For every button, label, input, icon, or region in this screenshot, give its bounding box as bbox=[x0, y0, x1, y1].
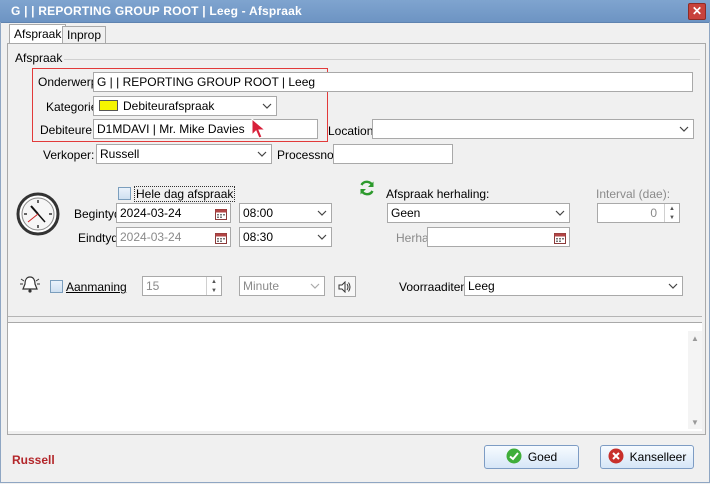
end-time-select[interactable]: 08:30 bbox=[239, 227, 332, 247]
verkoper-label: Verkoper: bbox=[43, 148, 95, 162]
refresh-icon bbox=[358, 179, 376, 200]
chevron-down-icon bbox=[667, 280, 679, 292]
alarm-bell-icon bbox=[19, 274, 41, 297]
chevron-down-icon bbox=[316, 231, 328, 243]
interval-label: Interval (dae): bbox=[596, 187, 671, 201]
debiteure-input[interactable]: D1MDAVI | Mr. Mike Davies bbox=[93, 119, 318, 139]
calendar-icon[interactable] bbox=[554, 231, 566, 246]
debiteure-label: Debiteure: bbox=[40, 123, 96, 137]
notes-textarea[interactable] bbox=[8, 322, 702, 431]
title-bar: G | | REPORTING GROUP ROOT | Leeg - Afsp… bbox=[0, 0, 710, 23]
begin-time-value: 08:00 bbox=[243, 206, 274, 220]
scroll-up-icon[interactable]: ▲ bbox=[691, 334, 699, 343]
tab-inprop[interactable]: Inprop bbox=[62, 26, 107, 44]
group-label: Afspraak bbox=[15, 51, 63, 65]
processno-input[interactable] bbox=[333, 144, 453, 164]
begintyd-label: Begintyd bbox=[74, 207, 121, 221]
processno-label: Processno: bbox=[277, 148, 338, 162]
tab-afspraak[interactable]: Afspraak bbox=[9, 24, 67, 45]
chevron-down-icon bbox=[316, 207, 328, 219]
current-user-label: Russell bbox=[12, 453, 55, 467]
onderwerp-label: Onderwerp bbox=[38, 75, 98, 89]
begin-time-select[interactable]: 08:00 bbox=[239, 203, 332, 223]
aanmaning-unit-select[interactable]: Minute bbox=[239, 276, 325, 296]
kategorie-value: Debiteurafspraak bbox=[123, 99, 215, 113]
aanmaning-spin-buttons[interactable]: ▲ ▼ bbox=[206, 277, 221, 295]
chevron-down-icon bbox=[554, 207, 566, 219]
onderwerp-input[interactable]: G | | REPORTING GROUP ROOT | Leeg bbox=[93, 72, 693, 92]
kategorie-select[interactable]: Debiteurafspraak bbox=[93, 96, 277, 116]
chevron-down-icon bbox=[309, 280, 321, 292]
location-select[interactable] bbox=[372, 119, 694, 139]
check-icon bbox=[506, 448, 522, 467]
aanmaning-spinner[interactable]: 15 ▲ ▼ bbox=[142, 276, 222, 296]
end-date-input[interactable]: 2024-03-24 bbox=[116, 227, 231, 247]
hele-dag-checkbox[interactable] bbox=[118, 187, 131, 200]
aanmaning-label[interactable]: Aanmaning bbox=[66, 280, 127, 294]
interval-spinner[interactable]: 0 ▲ ▼ bbox=[597, 203, 680, 223]
kategorie-label: Kategorie bbox=[46, 100, 98, 114]
begin-date-input[interactable]: 2024-03-24 bbox=[116, 203, 231, 223]
verkoper-select[interactable]: Russell bbox=[96, 144, 272, 164]
section-divider bbox=[8, 316, 702, 317]
hele-dag-label[interactable]: Hele dag afspraak bbox=[134, 186, 236, 202]
notes-scrollbar[interactable]: ▲ ▼ bbox=[688, 331, 702, 429]
kanselleer-button[interactable]: Kanselleer bbox=[600, 445, 694, 469]
cancel-icon bbox=[608, 448, 624, 467]
location-label: Location bbox=[328, 124, 374, 138]
kanselleer-label: Kanselleer bbox=[629, 450, 687, 464]
chevron-down-icon bbox=[678, 123, 690, 135]
window-title: G | | REPORTING GROUP ROOT | Leeg - Afsp… bbox=[11, 4, 302, 18]
clock-icon bbox=[16, 192, 60, 239]
calendar-icon[interactable] bbox=[215, 231, 227, 246]
chevron-down-icon bbox=[256, 148, 268, 160]
verkoper-value: Russell bbox=[100, 147, 140, 161]
close-button[interactable]: ✕ bbox=[688, 3, 706, 20]
scroll-down-icon[interactable]: ▼ bbox=[691, 418, 699, 427]
group-divider bbox=[64, 59, 700, 60]
herhaal-tot-input[interactable] bbox=[427, 227, 570, 247]
voorraaditem-value: Leeg bbox=[468, 279, 495, 293]
aanmaning-value: 15 bbox=[146, 279, 160, 293]
chevron-down-icon bbox=[261, 100, 273, 112]
sound-button[interactable] bbox=[334, 276, 356, 297]
herhaling-label: Afspraak herhaling: bbox=[386, 187, 490, 201]
eindtyd-label: Eindtyd bbox=[78, 231, 119, 245]
begin-date-value: 2024-03-24 bbox=[120, 206, 182, 220]
interval-spin-buttons[interactable]: ▲ ▼ bbox=[664, 204, 679, 222]
voorraaditem-select[interactable]: Leeg bbox=[464, 276, 683, 296]
goed-button[interactable]: Goed bbox=[484, 445, 579, 469]
end-date-value: 2024-03-24 bbox=[120, 230, 182, 244]
aanmaning-checkbox[interactable] bbox=[50, 280, 63, 293]
goed-label: Goed bbox=[527, 450, 558, 464]
mouse-cursor-icon bbox=[251, 117, 267, 143]
voorraaditem-label: Voorraaditem bbox=[399, 280, 471, 294]
category-color-swatch bbox=[99, 100, 118, 112]
aanmaning-unit-value: Minute bbox=[243, 279, 280, 293]
interval-value: 0 bbox=[650, 206, 657, 220]
end-time-value: 08:30 bbox=[243, 230, 274, 244]
herhaling-value: Geen bbox=[391, 206, 421, 220]
speaker-icon bbox=[338, 280, 351, 293]
herhaling-select[interactable]: Geen bbox=[387, 203, 570, 223]
calendar-icon[interactable] bbox=[215, 207, 227, 222]
